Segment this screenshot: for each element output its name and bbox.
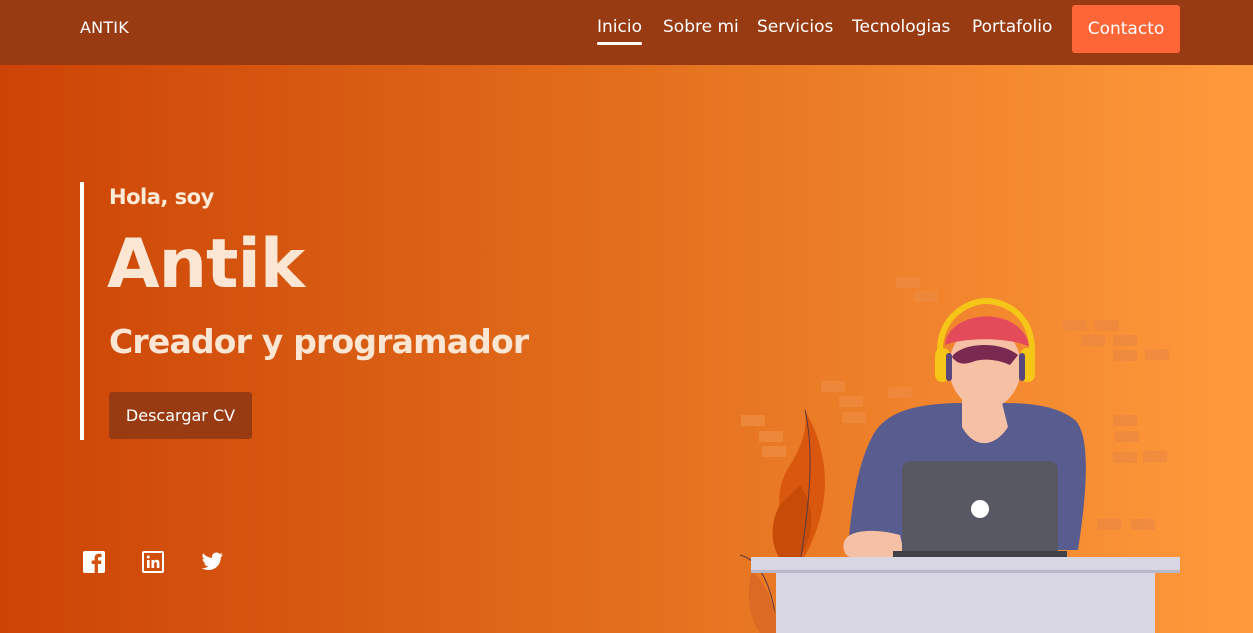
nav-link-tecnologias[interactable]: Tecnologias bbox=[852, 17, 950, 37]
hero-section: Hola, soy Antik Creador y programador De… bbox=[0, 65, 1253, 633]
nav-link-inicio[interactable]: Inicio bbox=[597, 17, 642, 45]
nav-links: Inicio Sobre mi Servicios Tecnologias Po… bbox=[0, 17, 1253, 47]
nav-link-servicios[interactable]: Servicios bbox=[757, 17, 833, 37]
nav-link-sobre-mi[interactable]: Sobre mi bbox=[663, 17, 739, 37]
nav-link-portafolio[interactable]: Portafolio bbox=[972, 17, 1052, 37]
contact-button[interactable]: Contacto bbox=[1072, 5, 1180, 53]
navbar: ANTIK Inicio Sobre mi Servicios Tecnolog… bbox=[0, 0, 1253, 65]
developer-illustration bbox=[739, 277, 1180, 633]
